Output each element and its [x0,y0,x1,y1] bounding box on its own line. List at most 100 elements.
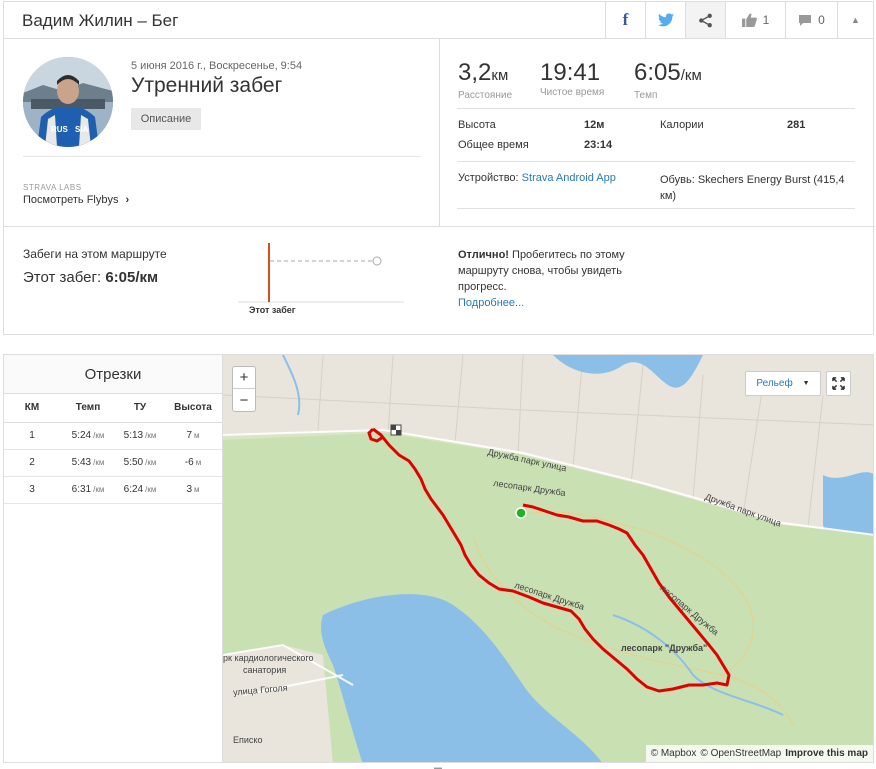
device-link[interactable]: Strava Android App [522,172,616,184]
effort-chart-caption: Этот забег [249,305,296,315]
distance-stat: 3,2км Расстояние [458,60,512,102]
route-note: Отлично! Пробегитесь по этому маршруту с… [458,247,648,311]
divider [457,161,855,162]
splits-title: Отрезки [4,355,222,394]
more-link[interactable]: Подробнее... [458,297,524,309]
table-row[interactable]: 2 5:43/км 5:50/км -6 м [4,449,222,477]
col-km: КМ [4,394,60,423]
split-gap: 5:13/км [116,422,164,450]
share-button[interactable] [685,2,725,38]
device-label: Устройство: [458,172,519,184]
svg-text:RUS: RUS [51,125,69,134]
zoom-out-button[interactable]: − [233,389,255,411]
collapse-button[interactable]: ▲ [837,2,873,38]
twitter-icon [657,13,674,27]
pace-value: 6:05 [634,59,681,86]
col-elevation: Высота [164,394,222,423]
splits-table: КМ Темп ТУ Высота 1 5:24/км 5:13/км 7м 2… [4,394,222,504]
map-layer-dropdown[interactable]: Рельеф ▼ [745,371,821,396]
chevron-right-icon: › [125,194,130,206]
calories-value-wrap: 281 [787,119,805,131]
elapsed-value-wrap: 23:14 [584,139,612,151]
share-icon [699,13,712,27]
pace-label: Темп [634,90,658,101]
improve-map-link[interactable]: Improve this map [785,748,868,759]
divider [23,156,421,157]
description-button[interactable]: Описание [131,108,201,130]
kudos-count: 1 [762,13,770,27]
split-km: 3 [4,476,60,504]
split-gap-unit: /км [145,458,157,467]
elevation-value-wrap: 12м [584,119,604,131]
note-bold: Отлично! [458,249,509,261]
fullscreen-button[interactable] [826,371,851,396]
trend-point [372,256,382,266]
pace-stat: 6:05/км Темп [634,59,702,102]
fullscreen-icon [832,377,845,390]
divider [457,208,855,209]
device-row: Устройство: Strava Android App [458,172,616,184]
calories-label: Калории [660,119,704,131]
splits-header-row: КМ Темп ТУ Высота [4,394,222,423]
flyby-link[interactable]: Посмотреть Flybys › [23,194,129,206]
start-marker [515,507,527,519]
map-label-sanatorium: рк кардиологического [223,653,314,663]
activity-header: Вадим Жилин – Бег f 1 0 ▲ [3,1,874,39]
current-effort-label: Этот забег: [23,269,102,286]
elevation-label: Высота [458,119,496,131]
split-pace-unit: /км [93,431,105,440]
elevation-value: 12м [584,119,605,131]
split-elev-value: 3 [186,484,193,495]
zoom-in-button[interactable]: + [233,367,255,389]
twitter-share-button[interactable] [645,2,685,38]
activity-date: 5 июня 2016 г., Воскресенье, 9:54 [131,60,303,72]
split-elev-unit: м [194,431,200,440]
distance-unit: км [491,67,509,84]
thumbs-up-icon [741,13,757,27]
current-effort: Этот забег: 6:05/км [23,269,158,286]
split-elev-value: -6 [184,457,194,468]
kudos-button[interactable]: 1 [725,2,785,38]
caret-up-icon: ▲ [851,15,860,25]
attribution-osm[interactable]: © OpenStreetMap [700,748,781,759]
elapsed-label: Общее время [458,139,529,151]
comment-button[interactable]: 0 [785,2,837,38]
split-km: 2 [4,449,60,477]
attribution-mapbox[interactable]: © Mapbox [651,748,697,759]
split-km: 1 [4,422,60,450]
flyby-link-label: Посмотреть Flybys [23,194,119,206]
current-effort-value: 6:05/км [105,269,159,286]
split-pace-value: 6:31 [71,484,92,495]
split-elev: 3м [164,476,222,504]
route-map[interactable]: Дружба парк улица Дружба парк улица лесо… [222,354,874,763]
svg-text:SIA: SIA [75,125,89,134]
header-actions: f 1 0 ▲ [605,2,873,38]
shoes-label: Обувь: [660,174,695,186]
split-elev-unit: м [194,485,200,494]
map-canvas[interactable] [223,355,874,763]
table-row[interactable]: 1 5:24/км 5:13/км 7м [4,422,222,450]
header-title: Вадим Жилин – Бег [22,11,179,30]
athlete-section: RUS SIA 5 июня 2016 г., Воскресенье, 9:5… [4,38,440,226]
strava-labs-label: STRAVA LABS [23,183,82,192]
split-gap-unit: /км [145,485,157,494]
table-row[interactable]: 3 6:31/км 6:24/км 3м [4,476,222,504]
moving-time-stat: 19:41 Чистое время [540,59,604,99]
split-gap: 5:50/км [116,449,164,477]
resize-grip-icon[interactable]: ▬ [434,763,442,769]
avatar[interactable]: RUS SIA [23,57,113,147]
col-gap: ТУ [116,394,164,423]
route-comparison: Забеги на этом маршруте Этот забег: 6:05… [4,226,875,334]
split-pace-value: 5:24 [71,430,92,441]
activity-summary: RUS SIA 5 июня 2016 г., Воскресенье, 9:5… [3,38,875,335]
calories-value: 281 [787,119,806,131]
activity-title: Утренний забег [131,74,283,97]
split-gap-value: 6:24 [123,484,144,495]
divider [457,108,855,109]
col-pace: Темп [60,394,116,423]
facebook-share-button[interactable]: f [605,2,645,38]
split-pace-unit: /км [93,458,105,467]
moving-time-value: 19:41 [540,59,601,86]
split-pace: 6:31/км [60,476,116,504]
split-gap: 6:24/км [116,476,164,504]
